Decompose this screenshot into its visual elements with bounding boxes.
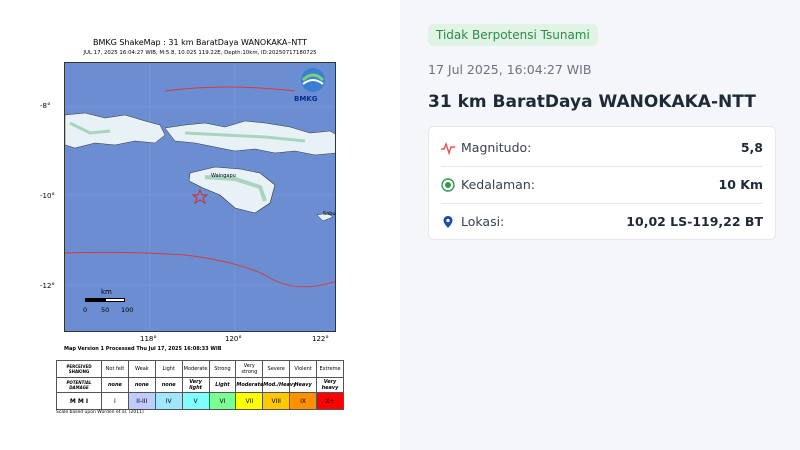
mmi-cell: V (181, 392, 210, 410)
damage-cell: Moderate (235, 377, 263, 393)
damage-cell: none (127, 377, 156, 393)
details-card: Magnitudo: 5,8 Kedalaman: 10 Km Lokasi: … (428, 126, 776, 240)
tsunami-status-badge: Tidak Berpotensi Tsunami (428, 24, 598, 46)
mmi-legend-table: PERCEIVED SHAKING Not felt Weak Light Mo… (56, 360, 344, 410)
lon-label-120: 120° (225, 335, 242, 343)
event-datetime: 17 Jul 2025, 16:04:27 WIB (428, 62, 592, 77)
lon-label-118: 118° (140, 335, 157, 343)
damage-cell: Light (208, 377, 237, 393)
damage-cell: none (154, 377, 183, 393)
lat-label-8: -8° (40, 102, 51, 110)
pulse-icon (441, 141, 455, 155)
shakemap-panel: BMKG ShakeMap : 31 km BaratDaya WANOKAKA… (0, 0, 400, 450)
damage-cell: Very heavy (316, 377, 344, 393)
detail-label: Magnitudo: (461, 140, 532, 155)
place-label-waingapu: Waingapu (211, 173, 236, 179)
event-location-title: 31 km BaratDaya WANOKAKA-NTT (428, 92, 756, 112)
location-pin-icon (441, 215, 455, 229)
detail-label: Kedalaman: (461, 177, 535, 192)
scale-tick: 50 (101, 306, 110, 314)
damage-cell: Heavy (289, 377, 317, 393)
shaking-cell: Severe (262, 360, 291, 378)
row-header: POTENTIAL DAMAGE (56, 377, 102, 393)
mmi-cell: VIII (262, 392, 291, 410)
bmkg-logo-text: BMKG (294, 95, 318, 103)
mmi-cell: I (101, 392, 129, 410)
shaking-cell: Weak (127, 360, 156, 378)
row-header: M M I (56, 392, 102, 410)
shaking-cell: Strong (208, 360, 237, 378)
mmi-cell: VII (235, 392, 264, 410)
shaking-cell: Extreme (316, 360, 344, 378)
lat-label-12: -12° (40, 282, 55, 290)
magnitude-value: 5,8 (740, 140, 763, 155)
mmi-footnote: Scale based upon Worden et al. (2011) (56, 410, 144, 415)
damage-cell: Very light (181, 377, 210, 393)
target-icon (441, 177, 455, 192)
scale-unit: km (101, 288, 112, 296)
shaking-cell: Very strong (235, 360, 264, 378)
mmi-cell: VI (208, 392, 237, 410)
detail-row-location: Lokasi: 10,02 LS-119,22 BT (441, 203, 763, 240)
detail-label: Lokasi: (461, 214, 505, 229)
detail-row-depth: Kedalaman: 10 Km (441, 166, 763, 204)
shakemap-title: BMKG ShakeMap : 31 km BaratDaya WANOKAKA… (92, 38, 307, 47)
mmi-cell: IX (289, 392, 317, 410)
mmi-cell: II-III (127, 392, 156, 410)
damage-cell: none (101, 377, 129, 393)
earthquake-info-panel: Tidak Berpotensi Tsunami 17 Jul 2025, 16… (400, 0, 800, 450)
place-label-sabu: Sabu (323, 211, 336, 217)
shaking-cell: Light (154, 360, 183, 378)
scale-tick: 0 (83, 306, 88, 314)
damage-cell: Mod./Heavy (262, 377, 296, 393)
depth-value: 10 Km (718, 177, 763, 192)
scale-tick: 100 (121, 306, 134, 314)
shaking-cell: Moderate (181, 360, 210, 378)
shaking-cell: Not felt (101, 360, 129, 378)
shaking-cell: Violent (289, 360, 317, 378)
shakemap-subtitle: JUL 17, 2025 16:04:27 WIB, M:5.8, 10.025… (83, 50, 317, 56)
detail-row-magnitude: Magnitudo: 5,8 (441, 129, 763, 167)
map-version-text: Map Version 1 Processed Thu Jul 17, 2025… (64, 346, 222, 352)
lat-label-10: -10° (40, 192, 55, 200)
lon-label-122: 122° (312, 335, 329, 343)
row-header: PERCEIVED SHAKING (56, 360, 102, 378)
mmi-cell: IV (154, 392, 183, 410)
mmi-cell: X+ (316, 392, 344, 410)
location-value: 10,02 LS-119,22 BT (626, 214, 763, 229)
